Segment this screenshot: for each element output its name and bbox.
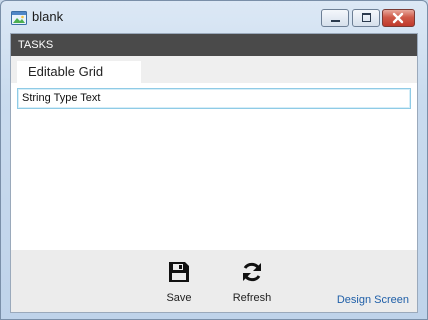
- save-icon: [169, 262, 189, 282]
- client-area: TASKS Editable Grid String Type Text Sav…: [10, 33, 418, 313]
- tab-editable-grid[interactable]: Editable Grid: [17, 61, 141, 83]
- design-screen-link[interactable]: Design Screen: [337, 294, 409, 306]
- action-footer: Save Refresh Design Screen: [11, 250, 417, 312]
- refresh-icon: [243, 262, 261, 282]
- minimize-icon: [331, 20, 340, 22]
- close-button[interactable]: [382, 9, 415, 27]
- app-window: blank TASKS Editable Grid String Type Te…: [0, 0, 428, 320]
- editable-grid: String Type Text: [11, 83, 417, 250]
- tasks-header[interactable]: TASKS: [11, 34, 417, 56]
- string-type-text-field[interactable]: String Type Text: [17, 88, 411, 109]
- refresh-label: Refresh: [232, 292, 272, 304]
- save-button[interactable]: Save: [161, 260, 197, 304]
- minimize-button[interactable]: [321, 9, 349, 27]
- maximize-icon: [362, 13, 371, 22]
- close-icon: [392, 12, 404, 24]
- refresh-button[interactable]: Refresh: [229, 260, 275, 304]
- save-label: Save: [166, 292, 192, 304]
- maximize-button[interactable]: [352, 9, 380, 27]
- title-bar[interactable]: blank: [1, 1, 427, 33]
- app-window-icon: [11, 10, 27, 25]
- window-title: blank: [32, 9, 64, 24]
- tab-strip: Editable Grid: [11, 56, 417, 83]
